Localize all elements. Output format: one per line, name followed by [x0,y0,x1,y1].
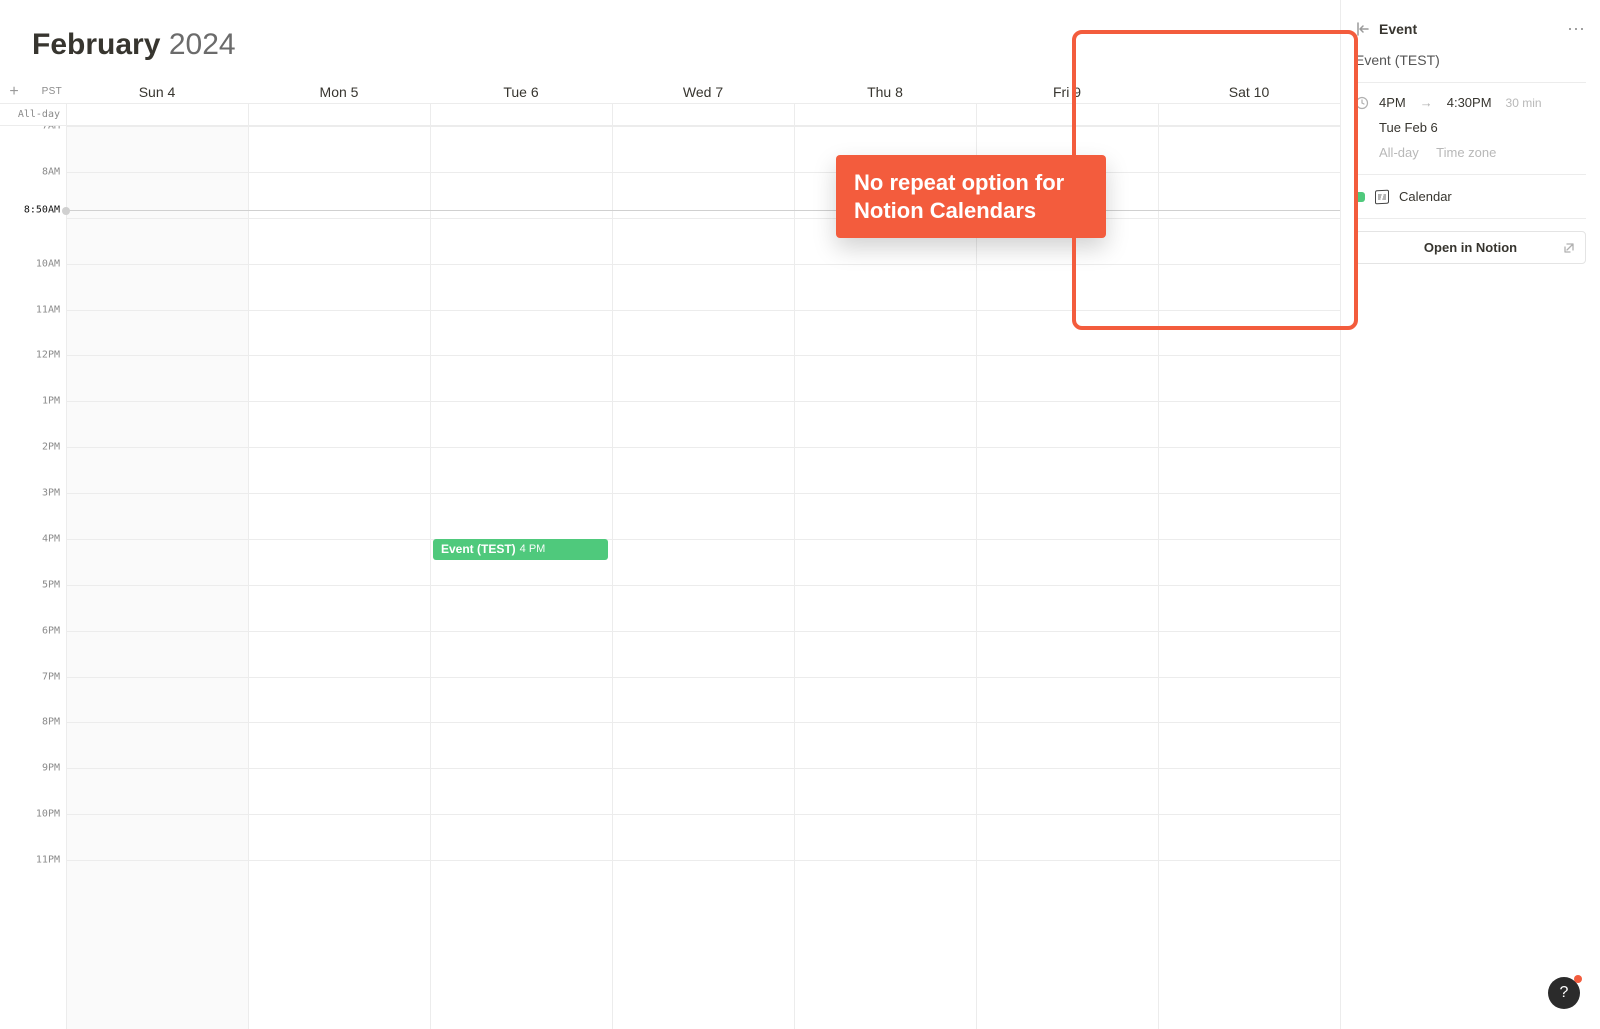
hour-label: 6PM [42,625,60,636]
hour-line [66,126,1340,127]
day-header-wed[interactable]: Wed 7 [612,80,794,104]
timezone-label[interactable]: PST [28,86,66,97]
hour-line [66,768,1340,769]
hour-line [66,401,1340,402]
allday-cell[interactable] [976,104,1158,125]
event-date[interactable]: Tue Feb 6 [1355,110,1586,135]
day-col-tue[interactable]: Event (TEST) 4 PM [430,126,612,1029]
clock-icon [1355,96,1369,110]
hour-label: 10AM [36,258,60,269]
event-details-panel: Event ⋯ Event (TEST) 4PM → 4:30PM 30 min… [1340,0,1600,1029]
hour-label: 11PM [36,855,60,866]
allday-toggle[interactable]: All-day [1379,145,1419,160]
allday-label: All-day [0,109,66,120]
hour-line [66,355,1340,356]
day-col-mon[interactable] [248,126,430,1029]
panel-heading: Event [1379,21,1567,37]
open-in-notion-label: Open in Notion [1424,240,1517,255]
calendar-grid[interactable]: 7AM 8AM 10AM 11AM 12PM 1PM 2PM 3PM 4PM 5PM 6PM 7PM 8… [0,126,1340,1029]
day-header-fri[interactable]: Fri 9 [976,80,1158,104]
event-block-time: 4 PM [520,543,546,555]
allday-cell[interactable] [430,104,612,125]
day-col-sun[interactable] [66,126,248,1029]
hour-label: 7AM [42,126,60,132]
hour-label: 7PM [42,671,60,682]
calendar-name: Calendar [1399,189,1452,204]
hour-label: 5PM [42,579,60,590]
hour-label: 8AM [42,166,60,177]
hour-line [66,677,1340,678]
day-col-wed[interactable] [612,126,794,1029]
hour-line [66,585,1340,586]
calendar-event[interactable]: Event (TEST) 4 PM [433,539,608,560]
hour-line [66,172,1340,173]
day-header-sat[interactable]: Sat 10 [1158,80,1340,104]
day-header-thu[interactable]: Thu 8 [794,80,976,104]
hour-line [66,447,1340,448]
event-time-section: 4PM → 4:30PM 30 min Tue Feb 6 All-day Ti… [1355,83,1586,175]
allday-cell[interactable] [612,104,794,125]
arrow-right-icon: → [1420,95,1433,110]
hour-line [66,493,1340,494]
notion-icon [1375,190,1389,204]
hour-line [66,722,1340,723]
hour-label: 1PM [42,396,60,407]
collapse-panel-icon[interactable] [1355,22,1369,36]
allday-cell[interactable] [794,104,976,125]
day-header-tue[interactable]: Tue 6 [430,80,612,104]
hour-label: 9PM [42,763,60,774]
day-header-sun[interactable]: Sun 4 [66,80,248,104]
now-label: 8:50AM [24,205,60,216]
external-link-icon [1563,242,1575,254]
hour-label: 2PM [42,442,60,453]
hour-label: 3PM [42,488,60,499]
event-title-field[interactable]: Event (TEST) [1355,48,1586,83]
hour-label: 11AM [36,304,60,315]
hour-line [66,218,1340,219]
calendar-color-dot [1355,192,1365,202]
day-col-fri[interactable] [976,126,1158,1029]
calendar-selector[interactable]: Calendar [1355,175,1586,219]
hour-label: 10PM [36,809,60,820]
event-start-time[interactable]: 4PM [1379,95,1406,110]
days-columns[interactable]: Event (TEST) 4 PM [66,126,1340,1029]
title-year: 2024 [169,28,236,61]
hour-label: 12PM [36,350,60,361]
allday-row: All-day [0,104,1340,126]
hour-line [66,814,1340,815]
page-title: February 2024 [0,18,1340,80]
hour-line [66,860,1340,861]
week-header: + PST Sun 4 Mon 5 Tue 6 Wed 7 Thu 8 Fri … [0,80,1340,104]
more-options-icon[interactable]: ⋯ [1567,20,1586,38]
event-duration: 30 min [1506,96,1542,110]
allday-cell[interactable] [1158,104,1340,125]
hour-line [66,310,1340,311]
add-event-button[interactable]: + [0,83,28,101]
time-gutter: 7AM 8AM 10AM 11AM 12PM 1PM 2PM 3PM 4PM 5PM 6PM 7PM 8… [0,126,66,1029]
day-header-mon[interactable]: Mon 5 [248,80,430,104]
allday-cell[interactable] [248,104,430,125]
hour-line [66,539,1340,540]
hour-label: 8PM [42,717,60,728]
hour-line [66,264,1340,265]
hour-label: 4PM [42,533,60,544]
allday-cell[interactable] [66,104,248,125]
day-col-sat[interactable] [1158,126,1340,1029]
hour-line [66,631,1340,632]
event-end-time[interactable]: 4:30PM [1447,95,1492,110]
timezone-toggle[interactable]: Time zone [1436,145,1496,160]
event-block-title: Event (TEST) [441,542,516,556]
title-month: February [32,28,160,61]
help-button[interactable]: ? [1548,977,1580,1009]
now-indicator [66,210,1340,211]
day-col-thu[interactable] [794,126,976,1029]
annotation-callout: No repeat option for Notion Calendars [836,155,1106,238]
open-in-notion-button[interactable]: Open in Notion [1355,231,1586,264]
